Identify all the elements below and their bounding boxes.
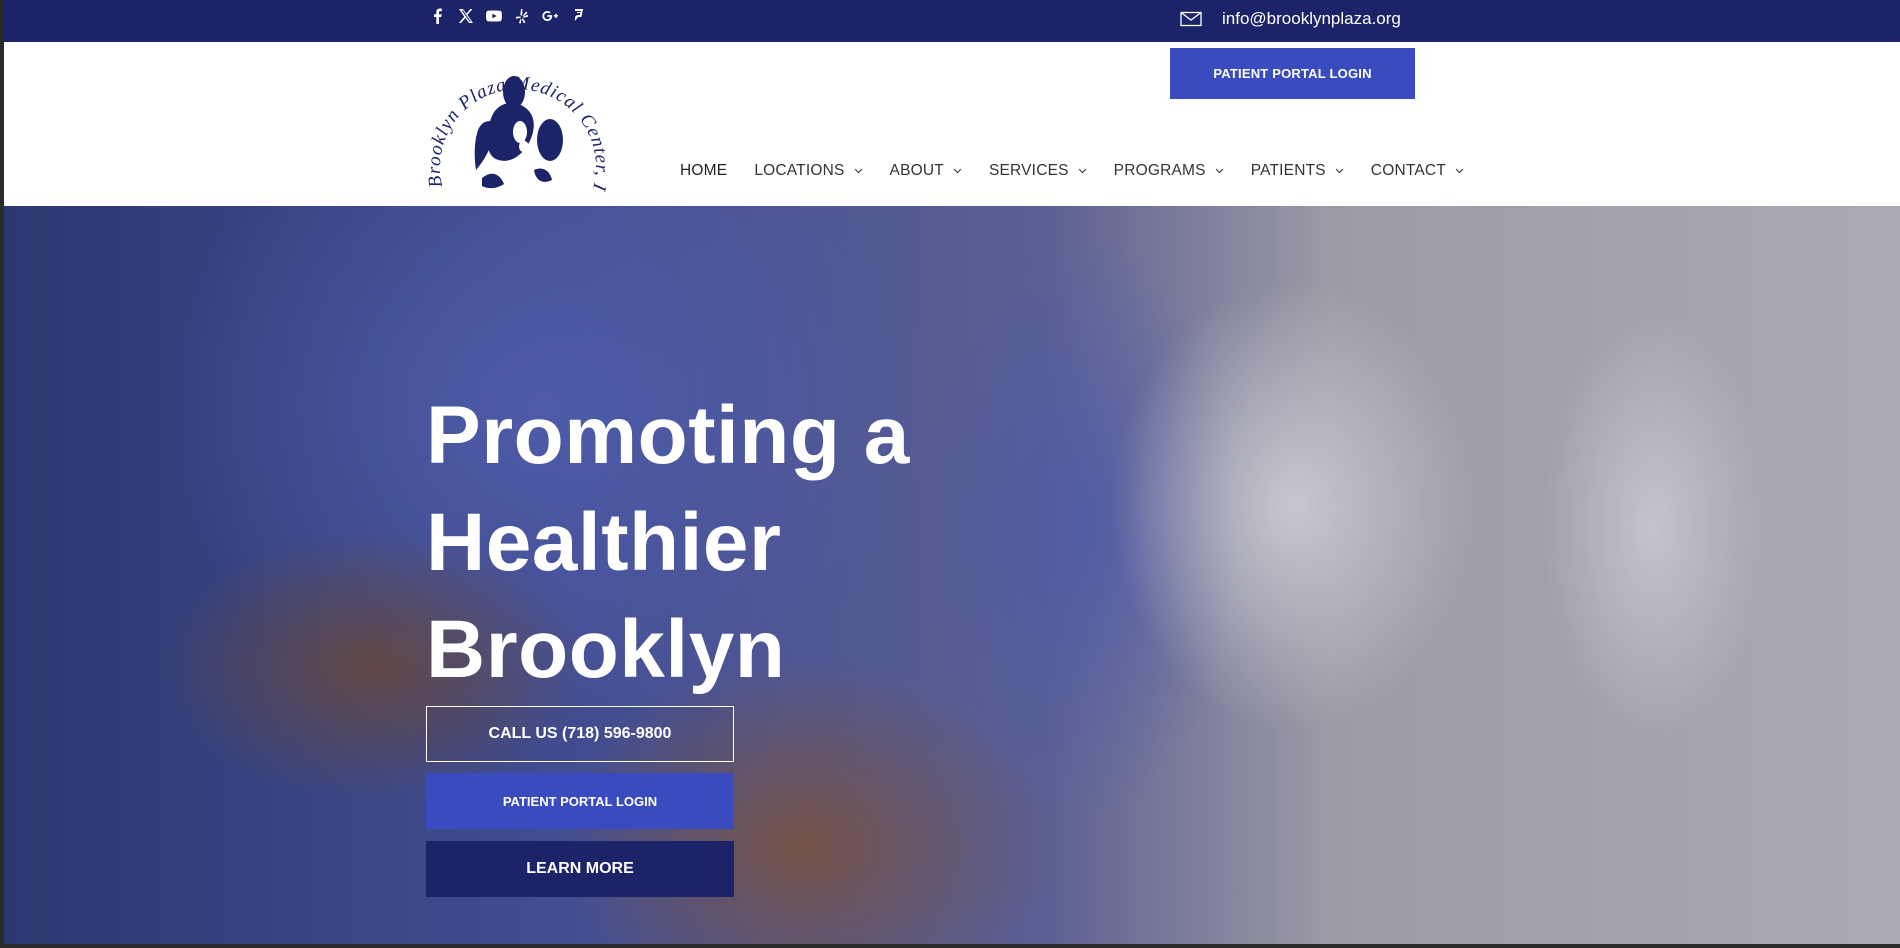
nav-programs-label: PROGRAMS (1113, 162, 1206, 179)
envelope-icon (1180, 11, 1202, 27)
nav-about-label: ABOUT (889, 162, 944, 179)
patient-portal-login-button[interactable]: PATIENT PORTAL LOGIN (1170, 48, 1415, 99)
nav-home-label: HOME (680, 162, 728, 179)
main-nav: HOME LOCATIONS ABOUT SERVICES PROGRAMS P… (680, 162, 1491, 180)
nav-patients[interactable]: PATIENTS (1251, 162, 1344, 180)
chevron-down-icon (854, 168, 862, 174)
foursquare-icon[interactable] (570, 8, 586, 24)
chevron-down-icon (1455, 168, 1464, 174)
chevron-down-icon (1335, 168, 1344, 174)
nav-services[interactable]: SERVICES (989, 162, 1087, 180)
nav-services-label: SERVICES (988, 162, 1069, 179)
nav-contact-label: CONTACT (1370, 162, 1446, 179)
hero-headline: Promoting a Healthier Brooklyn (426, 382, 986, 703)
youtube-icon[interactable] (486, 8, 502, 24)
headline-line-2: Healthier (426, 497, 782, 588)
social-links (430, 5, 586, 27)
nav-home[interactable]: HOME (680, 162, 727, 180)
x-twitter-icon[interactable] (458, 8, 474, 24)
site-header: Brooklyn Plaza Medical Center, Inc PATIE… (4, 28, 1900, 206)
top-bar: info@brooklynplaza.org (4, 0, 1900, 42)
chevron-down-icon (1078, 168, 1087, 174)
page: info@brooklynplaza.org Brooklyn Plaza Me… (4, 0, 1900, 944)
yelp-icon[interactable] (514, 8, 530, 24)
nav-programs[interactable]: PROGRAMS (1114, 162, 1224, 180)
call-us-button[interactable]: CALL US (718) 596-9800 (426, 706, 734, 762)
nav-locations[interactable]: LOCATIONS (754, 162, 862, 180)
headline-line-3: Brooklyn (426, 604, 786, 695)
email-address[interactable]: info@brooklynplaza.org (1222, 9, 1401, 29)
chevron-down-icon (953, 168, 962, 174)
hero-section: Promoting a Healthier Brooklyn CALL US (… (4, 206, 1900, 944)
nav-about[interactable]: ABOUT (890, 162, 962, 180)
facebook-icon[interactable] (430, 8, 446, 24)
nav-patients-label: PATIENTS (1250, 162, 1326, 179)
site-logo[interactable]: Brooklyn Plaza Medical Center, Inc (417, 28, 612, 202)
hero-patient-portal-button[interactable]: PATIENT PORTAL LOGIN (426, 773, 734, 829)
nav-locations-label: LOCATIONS (754, 162, 845, 179)
chevron-down-icon (1215, 168, 1224, 174)
google-plus-icon[interactable] (542, 8, 558, 24)
learn-more-button[interactable]: LEARN MORE (426, 841, 734, 897)
nav-contact[interactable]: CONTACT (1371, 162, 1464, 180)
email-contact[interactable]: info@brooklynplaza.org (1180, 8, 1401, 30)
headline-line-1: Promoting a (426, 390, 910, 481)
